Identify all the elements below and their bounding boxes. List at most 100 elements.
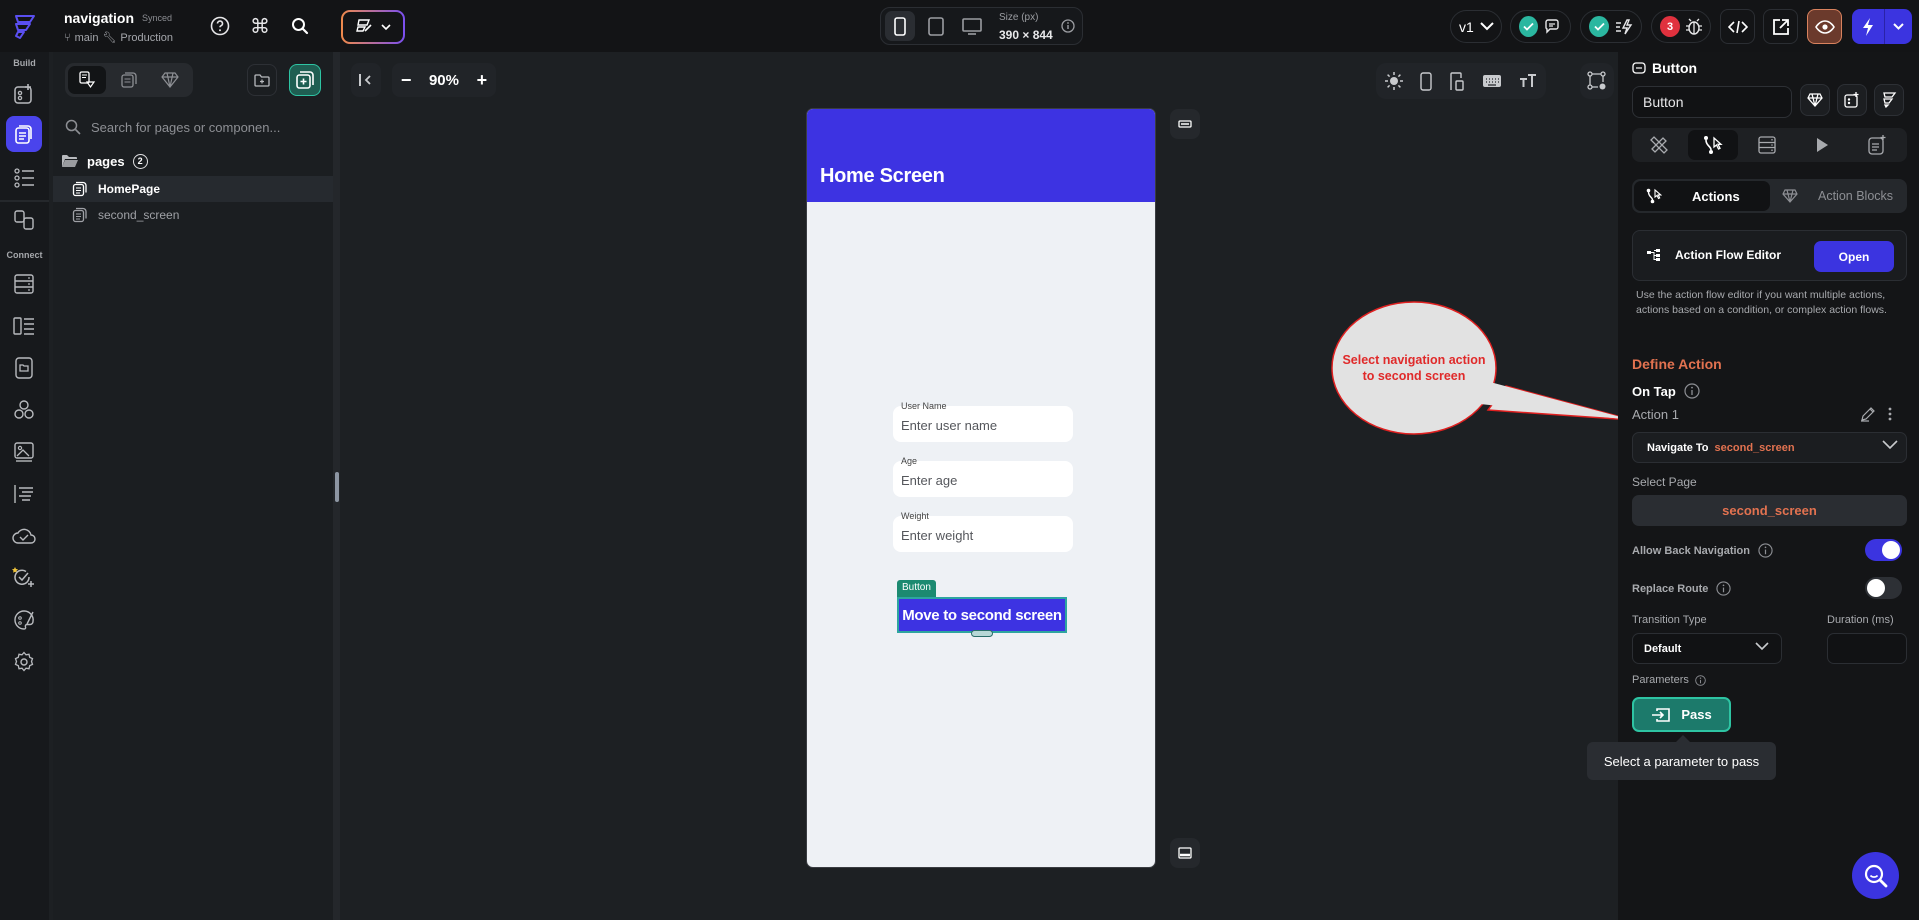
canvas-settings-button[interactable]	[1580, 63, 1614, 99]
device-frame-icon[interactable]	[1420, 71, 1433, 91]
resize-handle[interactable]	[971, 630, 993, 637]
open-external-button[interactable]	[1763, 9, 1798, 44]
add-folder-button[interactable]	[247, 64, 277, 96]
tab-documentation[interactable]	[1852, 130, 1902, 160]
branch-info[interactable]: ⑂ main 🔧︎ Production	[64, 31, 173, 45]
tests-icon[interactable]	[6, 560, 42, 596]
convert-to-component-button[interactable]	[1800, 84, 1830, 116]
info-icon[interactable]	[1716, 581, 1732, 596]
theme-button[interactable]	[341, 10, 405, 44]
firestore-icon[interactable]	[6, 266, 42, 302]
allow-back-navigation-toggle[interactable]	[1865, 539, 1902, 561]
weight-input[interactable]	[901, 528, 1061, 543]
light-mode-icon[interactable]	[1384, 72, 1403, 90]
navbar-toggle-button[interactable]	[1170, 838, 1200, 868]
safe-area-icon[interactable]	[1450, 71, 1464, 91]
allow-back-navigation-label: Allow Back Navigation	[1632, 544, 1750, 557]
open-action-flow-editor-button[interactable]: Open	[1814, 241, 1894, 272]
app-values-icon[interactable]	[6, 476, 42, 512]
page-selector-icon[interactable]	[6, 202, 42, 238]
project-name[interactable]: navigation	[64, 10, 134, 26]
bug-icon	[1686, 18, 1702, 36]
replace-route-toggle[interactable]	[1865, 577, 1902, 599]
info-icon[interactable]	[1061, 19, 1075, 33]
settings-icon[interactable]	[6, 644, 42, 680]
flutterflow-logo[interactable]	[8, 10, 40, 42]
more-options-icon[interactable]	[1888, 406, 1892, 422]
build-section-label: Build	[13, 58, 36, 68]
info-icon[interactable]	[1684, 383, 1700, 399]
chevron-down-icon[interactable]	[1885, 23, 1912, 30]
build-status-button[interactable]	[1580, 10, 1642, 43]
age-field[interactable]: Age	[893, 456, 1073, 497]
theme-settings-icon[interactable]	[6, 602, 42, 638]
zoom-out-button[interactable]: −	[401, 70, 412, 91]
action-type-dropdown[interactable]: Navigate To second_screen	[1632, 432, 1907, 463]
help-icon[interactable]	[208, 14, 232, 38]
tab-animations[interactable]	[1797, 130, 1847, 160]
panel-resize-handle[interactable]	[333, 52, 340, 920]
collapse-panel-button[interactable]	[351, 63, 381, 97]
tab-actions[interactable]	[1688, 130, 1738, 160]
pages-folder[interactable]: pages 2	[61, 150, 148, 172]
widget-name-input[interactable]	[1632, 86, 1792, 118]
edit-icon[interactable]	[1860, 406, 1876, 422]
lightning-bolt-icon[interactable]	[1852, 9, 1885, 44]
text-scale-icon[interactable]	[1519, 74, 1537, 88]
resize-grip[interactable]	[335, 472, 339, 502]
search-icon[interactable]	[288, 14, 312, 38]
code-view-button[interactable]	[1720, 9, 1755, 44]
widget-tree-icon[interactable]	[6, 160, 42, 196]
page-icon	[72, 181, 88, 197]
app-bar[interactable]: Home Screen	[807, 109, 1155, 202]
info-icon[interactable]	[1695, 674, 1706, 686]
page-item-second-screen[interactable]: second_screen	[53, 202, 333, 228]
pages-icon[interactable]	[6, 116, 42, 152]
desktop-device-button[interactable]	[957, 11, 987, 41]
integrations-icon[interactable]	[6, 392, 42, 428]
add-page-button[interactable]	[289, 64, 321, 96]
username-input[interactable]	[901, 418, 1061, 433]
age-input[interactable]	[901, 473, 1061, 488]
page-item-homepage[interactable]: HomePage	[53, 176, 333, 202]
weight-field[interactable]: Weight	[893, 511, 1073, 552]
pass-parameter-button[interactable]: Pass	[1632, 697, 1731, 732]
move-to-second-screen-button[interactable]: Move to second screen	[897, 597, 1067, 633]
info-icon[interactable]	[1758, 543, 1773, 558]
zoom-in-button[interactable]: +	[477, 70, 488, 91]
duration-input[interactable]	[1827, 633, 1907, 664]
comments-status-button[interactable]	[1510, 10, 1571, 43]
tab-properties[interactable]	[1634, 130, 1684, 160]
tab-components[interactable]	[151, 66, 189, 94]
version-selector[interactable]: v1	[1450, 10, 1502, 43]
add-child-button[interactable]	[1837, 84, 1867, 116]
media-assets-icon[interactable]	[6, 434, 42, 470]
flutterflow-ai-button[interactable]	[1874, 84, 1904, 116]
property-tabs	[1632, 128, 1907, 162]
tab-pages-components[interactable]	[68, 66, 106, 94]
help-search-button[interactable]	[1852, 852, 1899, 899]
tab-backend-query[interactable]	[1742, 130, 1792, 160]
branch-name: main	[74, 31, 99, 44]
run-button[interactable]	[1852, 9, 1912, 44]
page-search-input[interactable]	[91, 119, 311, 135]
preview-button[interactable]	[1807, 9, 1842, 44]
transition-type-dropdown[interactable]: Default	[1632, 633, 1782, 664]
username-field[interactable]: User Name	[893, 401, 1073, 442]
cloud-functions-icon[interactable]	[6, 518, 42, 554]
select-page-dropdown[interactable]: second_screen	[1632, 495, 1907, 526]
subtab-action-blocks[interactable]: Action Blocks	[1772, 181, 1905, 211]
api-calls-icon[interactable]	[6, 308, 42, 344]
tablet-device-button[interactable]	[921, 11, 951, 41]
add-widget-icon[interactable]	[6, 76, 42, 112]
keyboard-icon[interactable]	[1482, 74, 1502, 88]
command-icon[interactable]: ⌘	[248, 14, 272, 38]
issues-button[interactable]: 3	[1651, 10, 1711, 43]
storage-icon[interactable]	[6, 350, 42, 386]
bottom-bar-icon	[1178, 847, 1192, 859]
tab-pages[interactable]	[110, 66, 148, 94]
subtab-actions[interactable]: Actions	[1634, 181, 1770, 211]
folder-icon	[61, 154, 79, 168]
phone-device-button[interactable]	[885, 11, 915, 41]
appbar-toggle-button[interactable]	[1170, 109, 1200, 139]
